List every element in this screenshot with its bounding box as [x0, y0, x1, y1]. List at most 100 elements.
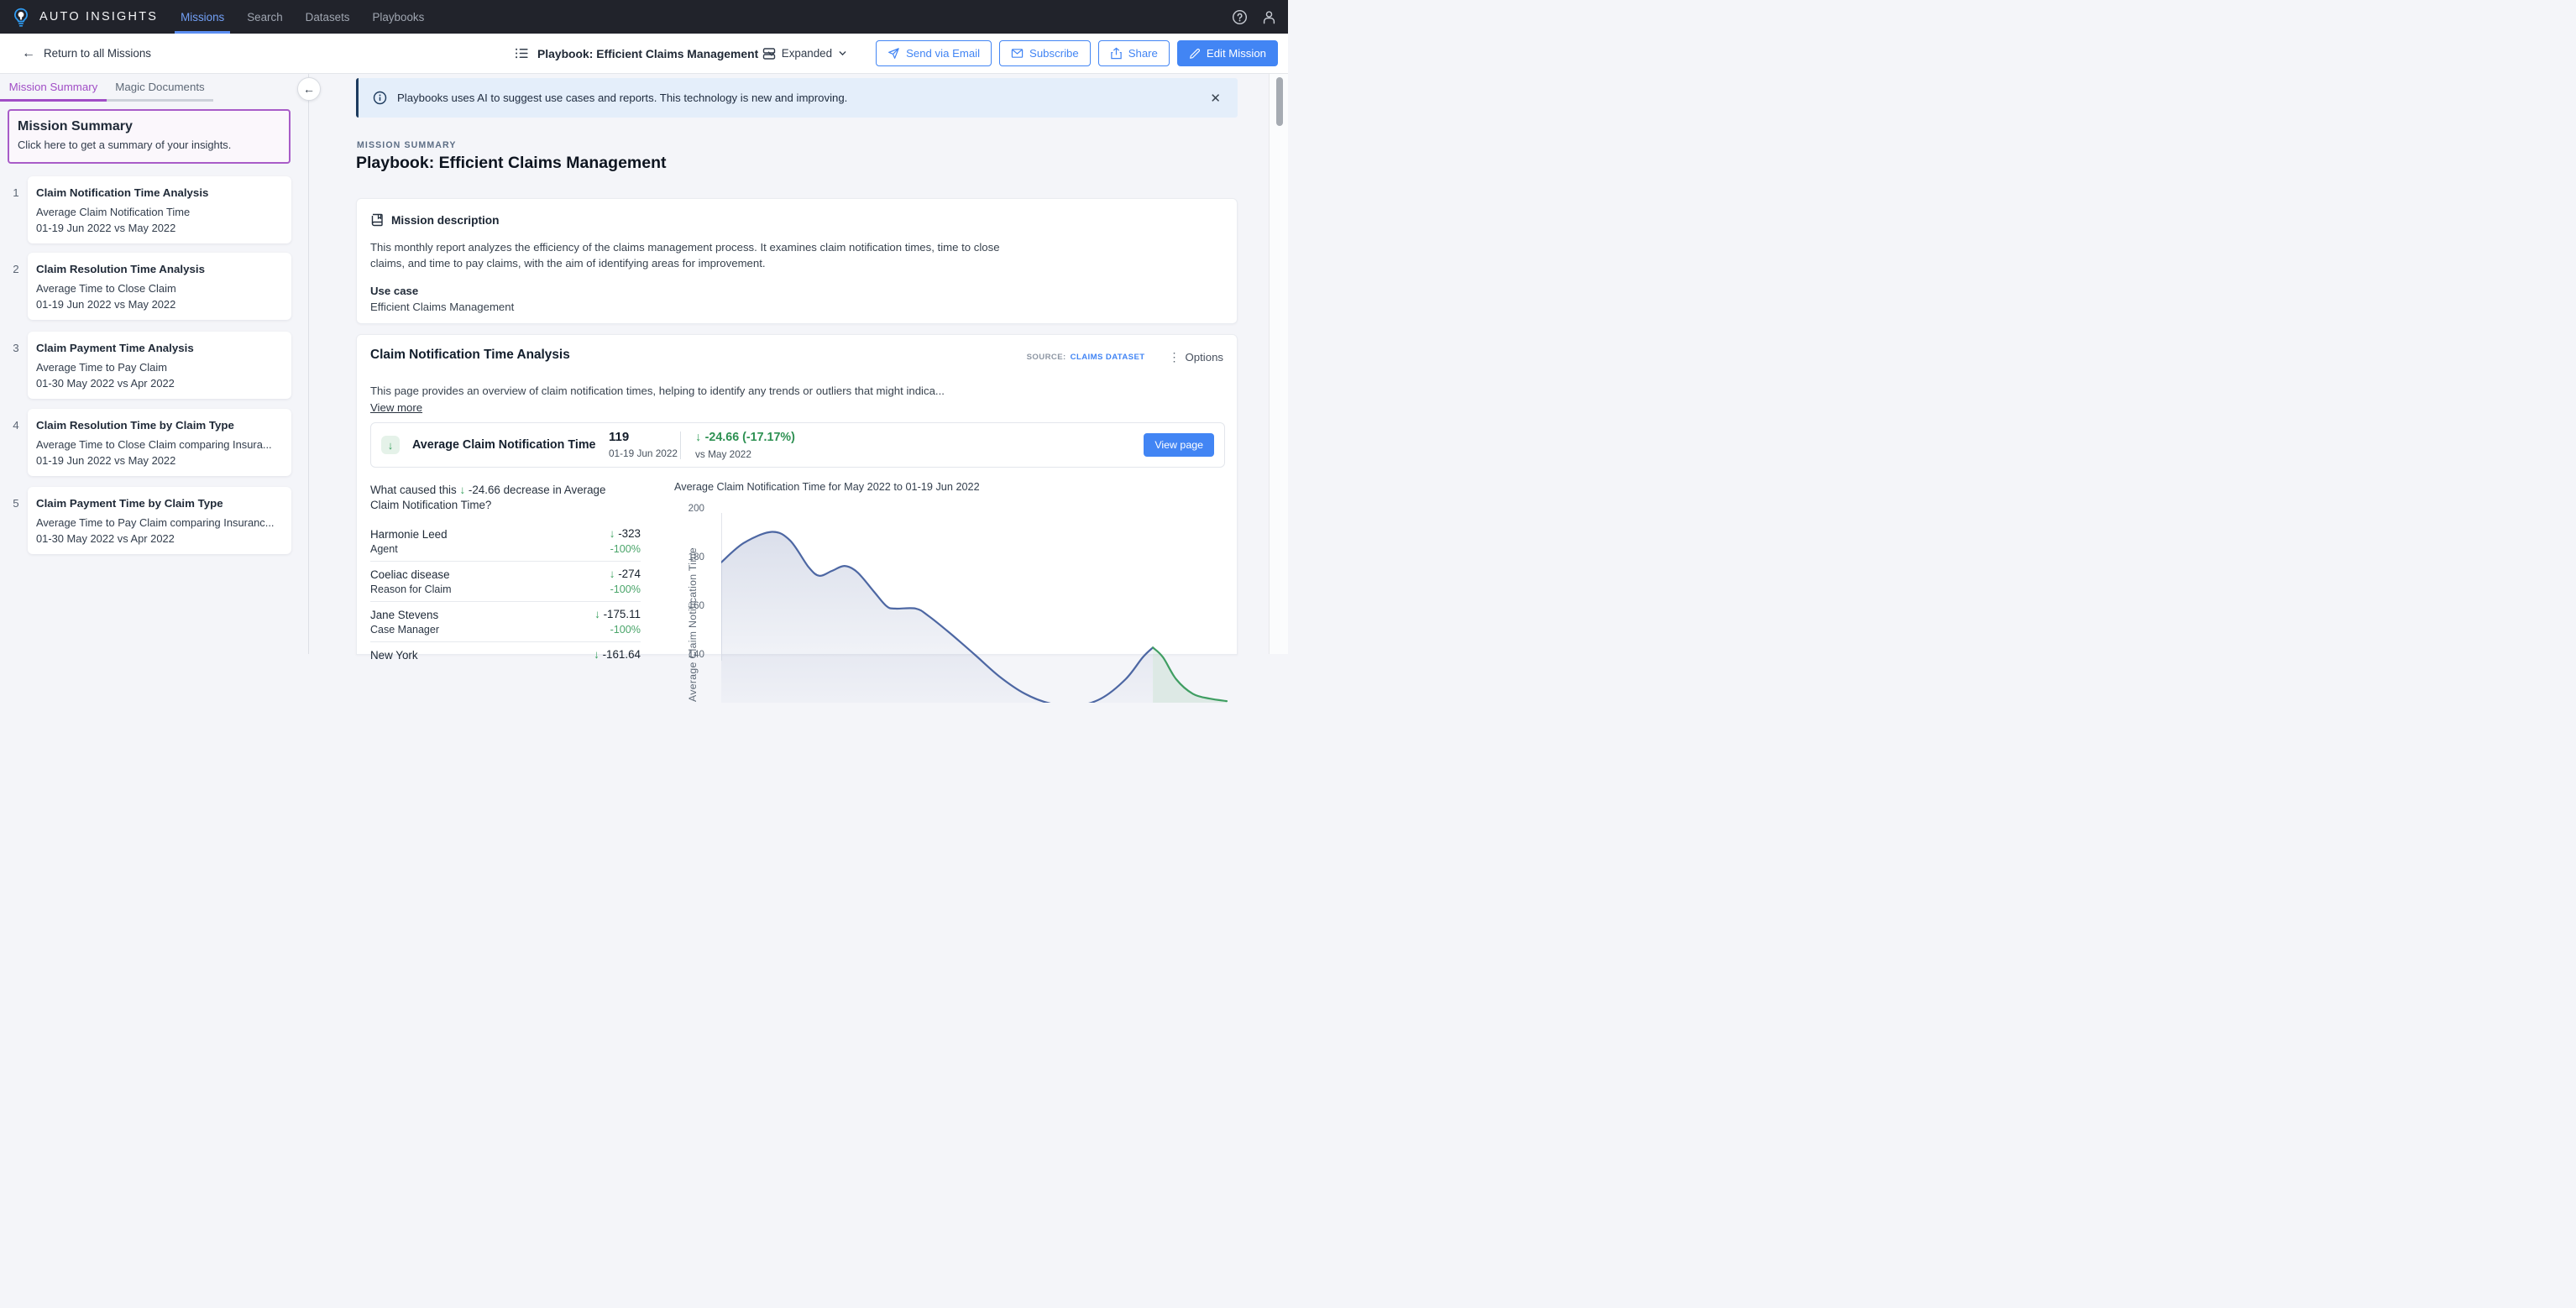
- edit-mission-label: Edit Mission: [1207, 47, 1266, 60]
- send-via-email-button[interactable]: Send via Email: [876, 40, 992, 66]
- page-scrollbar: [1269, 74, 1288, 654]
- contributor-row[interactable]: Coeliac diseaseReason for Claim↓ -274-10…: [370, 562, 641, 602]
- use-case-value: Efficient Claims Management: [370, 301, 514, 313]
- edit-mission-button[interactable]: Edit Mission: [1177, 40, 1278, 66]
- chart-y-axis-label: Average Claim Notification Time: [687, 541, 699, 709]
- scrollbar-thumb[interactable]: [1276, 77, 1283, 126]
- ai-info-banner: Playbooks uses AI to suggest use cases a…: [356, 78, 1238, 118]
- contributor-change: ↓ -323: [610, 527, 641, 540]
- nav-datasets[interactable]: Datasets: [306, 0, 350, 34]
- analysis-description: This page provides an overview of claim …: [370, 385, 945, 397]
- contributor-values: ↓ -175.11 -100%: [594, 608, 641, 636]
- item-number: 1: [8, 186, 24, 199]
- mission-description-body: This monthly report analyzes the efficie…: [370, 240, 1008, 271]
- y-tick-label: 180: [671, 552, 704, 562]
- insight-title: Claim Notification Time Analysis: [36, 186, 283, 199]
- toolbar-actions: Expanded Send via Email Subscribe Share …: [762, 34, 1278, 73]
- insight-title: Claim Resolution Time by Claim Type: [36, 419, 283, 432]
- help-icon[interactable]: [1232, 9, 1248, 25]
- item-number: 4: [8, 419, 24, 432]
- pencil-icon: [1189, 48, 1201, 60]
- contributor-values: ↓ -274-100%: [610, 568, 641, 595]
- nav-playbooks[interactable]: Playbooks: [373, 0, 425, 34]
- envelope-icon: [1011, 47, 1024, 60]
- contributor-percent: -100%: [610, 583, 641, 595]
- kebab-menu-icon: ⋮: [1169, 350, 1181, 364]
- trend-chart: Average Claim Notification Time for May …: [664, 476, 1238, 656]
- source-dataset-link[interactable]: CLAIMS DATASET: [1071, 353, 1145, 362]
- insight-card[interactable]: Claim Payment Time AnalysisAverage Time …: [28, 332, 291, 399]
- contributor-list: Harmonie LeedAgent↓ -323-100%Coeliac dis…: [370, 521, 641, 683]
- send-label: Send via Email: [906, 47, 980, 60]
- insight-period: 01-19 Jun 2022 vs May 2022: [36, 220, 283, 236]
- insight-card[interactable]: Claim Payment Time by Claim TypeAverage …: [28, 487, 291, 554]
- playbook-selector[interactable]: Playbook: Efficient Claims Management: [515, 34, 777, 73]
- insight-title: Claim Payment Time by Claim Type: [36, 497, 283, 510]
- page-eyebrow: MISSION SUMMARY: [357, 140, 457, 150]
- kpi-period: 01-19 Jun 2022: [609, 447, 678, 459]
- contributor-row[interactable]: Jane StevensCase Manager↓ -175.11-100%: [370, 602, 641, 642]
- contributor-row[interactable]: Harmonie LeedAgent↓ -323-100%: [370, 521, 641, 562]
- mission-description-card: Mission description This monthly report …: [356, 198, 1238, 324]
- share-button[interactable]: Share: [1098, 40, 1170, 66]
- mission-summary-card[interactable]: Mission Summary Click here to get a summ…: [8, 109, 291, 164]
- kpi-value: 119: [609, 430, 678, 444]
- item-number: 5: [8, 497, 24, 510]
- contributor-name: Harmonie Leed: [370, 527, 641, 542]
- decrease-badge-icon: ↓: [381, 436, 400, 454]
- insights-sidebar: Mission Summary Magic Documents ← Missio…: [0, 74, 309, 654]
- contributor-row[interactable]: New York↓ -161.64: [370, 642, 641, 683]
- book-icon: [370, 213, 384, 227]
- options-label: Options: [1186, 351, 1223, 364]
- top-nav: AUTO INSIGHTS Missions Search Datasets P…: [0, 0, 1288, 34]
- y-tick-label: 160: [671, 600, 704, 611]
- arrow-down-icon: ↓: [594, 648, 602, 661]
- contributor-name: Coeliac disease: [370, 568, 641, 582]
- back-arrow-icon: ←: [22, 47, 35, 60]
- collapse-sidebar-button[interactable]: ←: [297, 77, 321, 101]
- kpi-change-value: -24.66 (-17.17%): [705, 431, 795, 444]
- source-label: SOURCE:: [1027, 353, 1066, 362]
- insight-card[interactable]: Claim Resolution Time AnalysisAverage Ti…: [28, 253, 291, 320]
- insight-metric: Average Time to Close Claim comparing In…: [36, 437, 283, 453]
- options-button[interactable]: ⋮ Options: [1169, 350, 1223, 364]
- page-title: Playbook: Efficient Claims Management: [356, 154, 667, 173]
- lightbulb-logo-icon: [11, 7, 31, 27]
- chart-area-fill-highlight: [1153, 647, 1227, 703]
- insight-metric: Average Claim Notification Time: [36, 204, 283, 220]
- insight-card[interactable]: Claim Resolution Time by Claim Type Avera…: [28, 409, 291, 476]
- area-chart-canvas: [721, 476, 1238, 703]
- subscribe-label: Subscribe: [1029, 47, 1079, 60]
- chevron-down-icon: [838, 49, 847, 58]
- contributor-dimension: Agent: [370, 542, 641, 557]
- insight-card[interactable]: Claim Notification Time Analysis Average …: [28, 176, 291, 243]
- banner-text: Playbooks uses AI to suggest use cases a…: [397, 92, 847, 104]
- nav-missions[interactable]: Missions: [181, 0, 224, 34]
- y-tick-label: 140: [671, 649, 704, 660]
- contributor-percent: -100%: [594, 624, 641, 636]
- tab-magic-documents[interactable]: Magic Documents: [107, 74, 213, 102]
- nav-search[interactable]: Search: [247, 0, 282, 34]
- item-number: 2: [8, 263, 24, 275]
- layout-rows-icon: [762, 47, 776, 60]
- tab-mission-summary[interactable]: Mission Summary: [0, 74, 107, 102]
- view-mode-select[interactable]: Expanded: [762, 47, 847, 60]
- return-to-missions-link[interactable]: ← Return to all Missions: [22, 34, 151, 73]
- arrow-down-icon: ↓: [610, 527, 618, 540]
- view-more-link[interactable]: View more: [370, 401, 422, 414]
- arrow-down-icon: ↓: [459, 484, 465, 496]
- collapse-arrow-icon: ←: [303, 82, 315, 96]
- user-icon[interactable]: [1261, 9, 1277, 25]
- mission-summary-card-subtitle: Click here to get a summary of your insi…: [18, 139, 280, 151]
- contributor-change: ↓ -161.64: [594, 648, 641, 661]
- kpi-vs-period: vs May 2022: [695, 448, 795, 460]
- view-page-button[interactable]: View page: [1144, 433, 1214, 457]
- subscribe-button[interactable]: Subscribe: [999, 40, 1091, 66]
- close-icon[interactable]: ✕: [1210, 91, 1221, 106]
- insight-period: 01-30 May 2022 vs Apr 2022: [36, 531, 283, 547]
- insight-metric: Average Time to Close Claim: [36, 280, 283, 296]
- arrow-down-icon: ↓: [610, 568, 618, 580]
- send-icon: [887, 47, 900, 60]
- analysis-section-card: Claim Notification Time Analysis SOURCE:…: [356, 334, 1238, 655]
- contributor-change: ↓ -175.11: [594, 608, 641, 620]
